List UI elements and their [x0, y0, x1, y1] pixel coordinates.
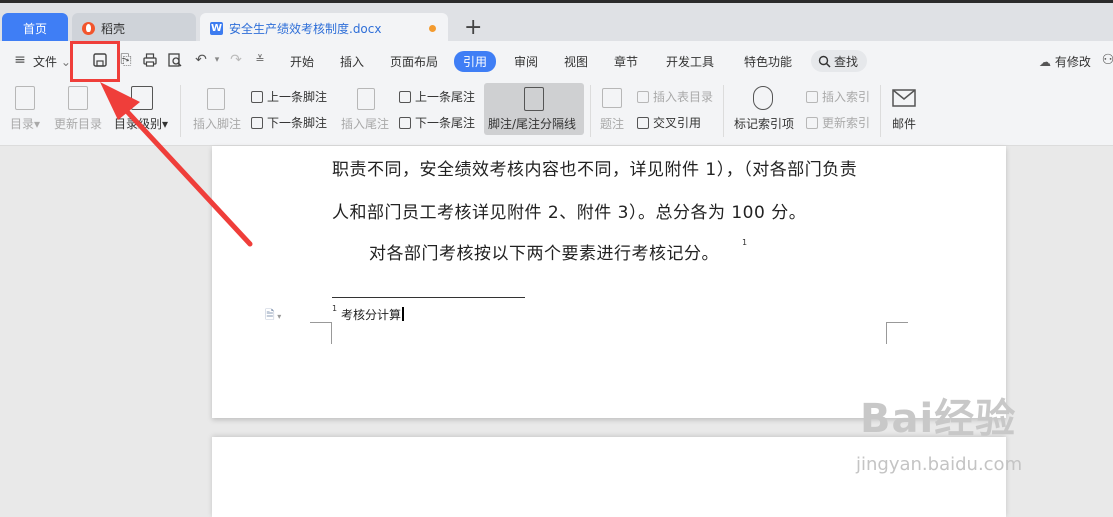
annotation-arrow [100, 82, 253, 247]
